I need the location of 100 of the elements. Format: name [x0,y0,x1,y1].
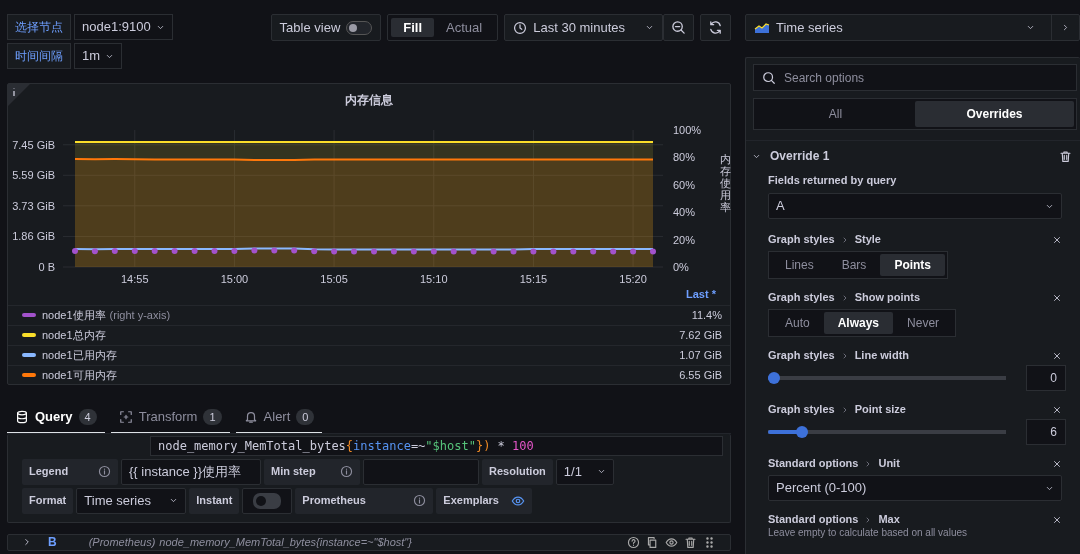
number-input[interactable]: 6 [1026,419,1066,445]
unit-select[interactable]: Percent (0-100) [768,475,1062,501]
axis-tick-label: 14:55 [121,273,149,285]
number-input[interactable]: 0 [1026,365,1066,391]
axis-tick-label: 20% [673,233,696,246]
search-field[interactable]: Search options [753,64,1077,91]
trash-icon[interactable] [684,535,697,549]
close-icon[interactable] [1052,458,1062,469]
property-name: Unit [878,456,900,472]
input-field[interactable]: {{ instance }}使用率 [121,458,261,485]
expand-chevron-icon[interactable] [22,537,32,547]
legend-value: 7.62 GiB [679,327,722,343]
chevron-right-icon [1061,23,1070,32]
info-icon [340,465,353,478]
info-icon [413,494,427,507]
close-icon[interactable] [1052,350,1062,361]
property-name: Style [854,232,881,248]
close-icon[interactable] [1052,234,1062,245]
count-badge: 1 [203,408,222,425]
data-point [91,248,98,255]
legend-column-header[interactable]: Last * [686,286,716,303]
eye-icon[interactable] [511,493,526,508]
option-label: Prometheus [302,493,366,509]
close-icon[interactable] [1052,404,1062,415]
radio-option[interactable]: Lines [771,254,828,276]
input-field[interactable] [363,458,479,485]
close-icon[interactable] [1052,292,1062,303]
toggle-switch[interactable] [346,20,373,35]
override-title[interactable]: Override 1 [770,147,830,165]
bell-icon [243,409,258,424]
property-name: Max [878,512,900,528]
radio-option[interactable]: Always [823,312,894,334]
legend-item[interactable]: node1已用内存 [42,346,117,364]
select-dropdown[interactable]: 1/1 [555,458,614,485]
query-source: (Prometheus) [88,534,156,550]
data-point [251,247,258,254]
toggle-switch[interactable] [253,492,282,509]
time-range-picker[interactable]: Last 30 minutes [504,14,663,41]
code-editor[interactable]: node_memory_MemTotal_bytes{instance=~"$host"}) * 100 [150,435,723,456]
axis-tick-label: 100% [673,124,702,136]
option-label: Exemplars [443,493,499,509]
data-point [430,248,437,255]
data-point [530,248,537,255]
drag-handle-icon[interactable] [703,535,716,549]
variable-dropdown[interactable]: node1:9100 [74,14,173,40]
property-name: Line width [854,348,910,364]
refresh-icon [708,20,723,35]
select-dropdown[interactable]: Time series [76,487,187,514]
slider-thumb[interactable] [796,426,809,438]
axis-tick-label: 1.86 GiB [12,230,55,243]
search-icon [762,70,776,85]
axis-tick-label: 0 B [38,261,55,273]
slider-thumb[interactable] [768,372,780,384]
query-tab[interactable]: Alert 0 [235,407,323,433]
property-category: Standard options [768,512,859,528]
axis-tick-label: 15:00 [220,273,249,285]
eye-icon[interactable] [665,535,678,549]
help-icon[interactable] [627,535,640,549]
property-category: Graph styles [768,348,835,364]
option-label: Resolution [489,464,546,480]
query-tab[interactable]: Transform 1 [110,407,230,433]
property-name: Show points [854,290,921,306]
zoom-out-button[interactable] [663,14,694,41]
matcher-select[interactable]: A [768,193,1062,219]
legend-value: 11.4% [691,307,722,323]
legend-item[interactable]: node1总内存 [42,326,106,344]
trash-icon[interactable] [1059,149,1072,163]
option-label: Format [29,493,67,509]
legend-item[interactable]: node1使用率 [42,306,106,324]
axis-tick-label: 0% [673,261,689,273]
options-tab[interactable]: All [756,101,915,127]
variable-label: 选择节点 [7,14,71,40]
data-point [331,248,338,255]
radio-option[interactable]: Points [880,254,946,276]
query-expression: node_memory_MemTotal_bytes{instance=~"$host"} [159,534,412,550]
size-mode-option[interactable]: Actual [434,18,495,37]
data-point [490,248,497,255]
variable-dropdown[interactable]: 1m [74,43,123,69]
copy-icon[interactable] [646,535,659,549]
legend-item[interactable]: node1可用内存 [42,366,117,384]
data-point [171,248,178,255]
data-point [630,248,637,255]
axis-tick-label: 15:10 [420,273,448,285]
close-icon[interactable] [1052,514,1062,525]
data-point [390,248,397,255]
size-mode-option[interactable]: Fill [391,18,435,37]
property-category: Graph styles [768,290,835,306]
table-view-label: Table view [279,18,341,37]
options-tab[interactable]: Overrides [915,101,1074,127]
transform-icon [118,409,133,424]
radio-option[interactable]: Never [893,312,954,334]
time-series-chart-icon [754,21,770,34]
radio-option[interactable]: Bars [827,254,881,276]
axis-tick-label: 15:05 [320,273,348,285]
radio-option[interactable]: Auto [771,312,824,334]
query-tab[interactable]: Query 4 [7,407,105,433]
visualization-picker[interactable]: Time series [745,14,1080,41]
data-point [510,248,517,255]
refresh-button[interactable] [700,14,731,41]
search-input[interactable]: Search options [782,67,1068,88]
